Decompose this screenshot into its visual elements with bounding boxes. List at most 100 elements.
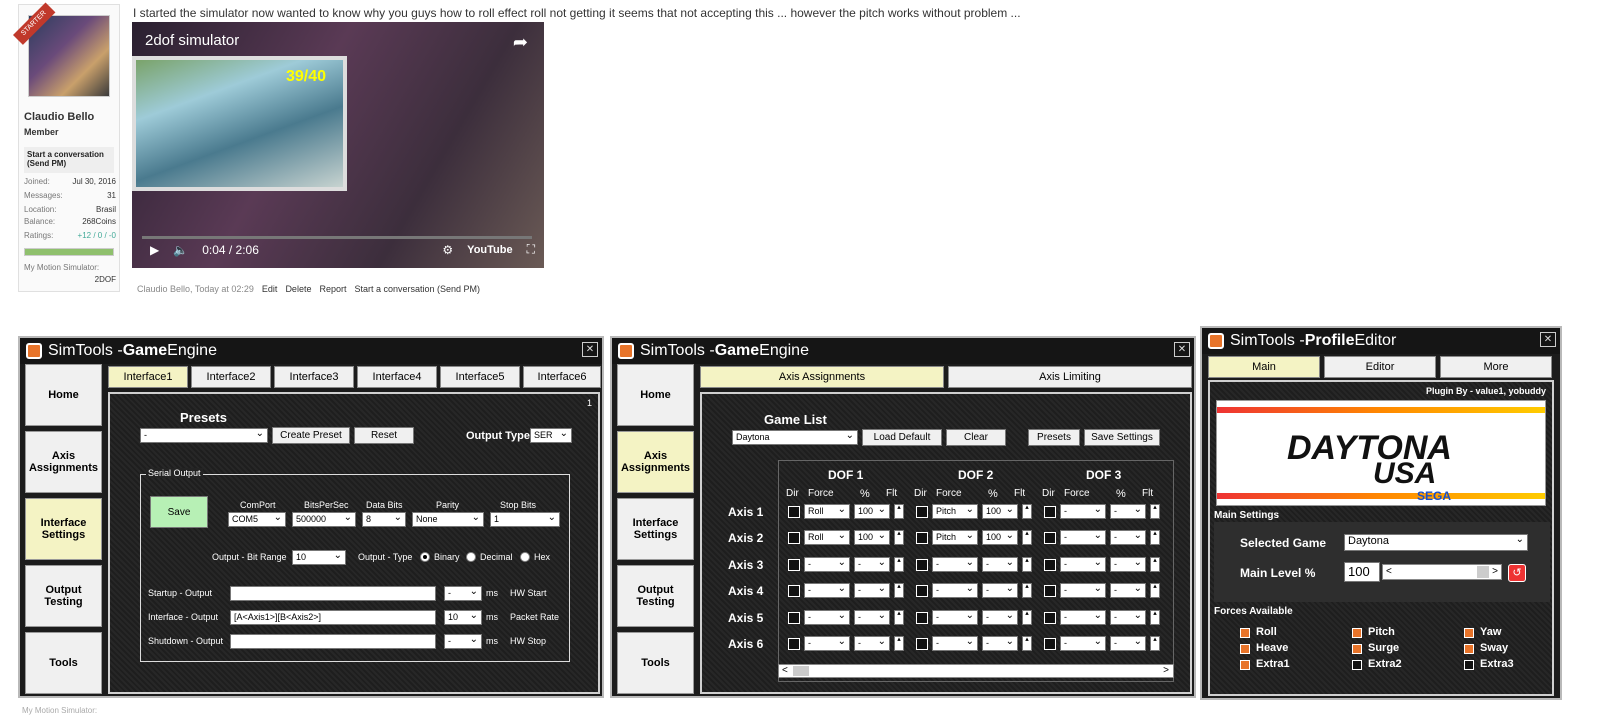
axis-1-dof1-percent-select[interactable]: 100	[854, 503, 890, 519]
slider-right-arrow[interactable]: >	[1492, 566, 1498, 577]
axis-3-dof1-filter-spinner[interactable]: ▴	[894, 556, 904, 572]
settings-gear-icon[interactable]: ⚙	[442, 243, 453, 257]
reset-button[interactable]: Reset	[354, 427, 414, 444]
sidebar-output-testing[interactable]: Output Testing	[617, 565, 694, 627]
axis-4-dof2-force-select[interactable]: -	[932, 582, 978, 599]
axis-1-dof1-filter-spinner[interactable]: ▴	[894, 504, 904, 519]
start-conversation-link[interactable]: Start a conversation (Send PM)	[354, 284, 480, 294]
axis-2-dof1-percent-select[interactable]: 100	[854, 529, 890, 546]
tab-interface3[interactable]: Interface3	[274, 366, 354, 388]
main-level-slider[interactable]: < >	[1382, 564, 1502, 580]
axis-6-dof2-dir-checkbox[interactable]	[916, 638, 928, 650]
slider-left-arrow[interactable]: <	[1386, 566, 1392, 577]
close-icon[interactable]: ✕	[1174, 342, 1190, 357]
save-settings-button[interactable]: Save Settings	[1084, 429, 1160, 446]
axis-5-dof2-dir-checkbox[interactable]	[916, 611, 928, 624]
shutdown-output-input[interactable]	[230, 634, 436, 649]
sidebar-axis-assignments[interactable]: Axis Assignments	[25, 431, 102, 493]
axis-2-dof2-force-select[interactable]: Pitch	[932, 529, 978, 546]
axis-2-dof2-percent-select[interactable]: 100	[982, 529, 1018, 546]
axis-5-dof3-dir-checkbox[interactable]	[1044, 611, 1056, 624]
game-list-select[interactable]: Daytona	[732, 429, 858, 445]
axis-6-dof3-dir-checkbox[interactable]	[1044, 638, 1056, 650]
force-sway-checkbox[interactable]	[1464, 644, 1474, 654]
axis-2-dof2-filter-spinner[interactable]: ▴	[1022, 530, 1032, 546]
axis-6-dof3-percent-select[interactable]: -	[1110, 635, 1146, 651]
axis-6-dof1-percent-select[interactable]: -	[854, 635, 890, 651]
bitspersec-select[interactable]: 500000	[292, 511, 356, 527]
main-level-input[interactable]: 100	[1344, 562, 1380, 582]
axis-3-dof2-percent-select[interactable]: -	[982, 556, 1018, 572]
axis-4-dof1-dir-checkbox[interactable]	[788, 585, 800, 598]
axis-4-dof3-force-select[interactable]: -	[1060, 582, 1106, 599]
sidebar-home[interactable]: Home	[25, 364, 102, 426]
axis-3-dof2-filter-spinner[interactable]: ▴	[1022, 556, 1032, 572]
axis-3-dof1-force-select[interactable]: -	[804, 556, 850, 572]
interface-output-input[interactable]: [A<Axis1>][B<Axis2>]	[230, 610, 436, 625]
slider-thumb[interactable]	[1477, 566, 1489, 578]
tab-interface6[interactable]: Interface6	[523, 366, 601, 388]
username-link[interactable]: Claudio Bello	[24, 111, 94, 123]
sidebar-interface-settings[interactable]: Interface Settings	[25, 498, 102, 560]
title-bar[interactable]: SimTools - Profile Editor	[1202, 328, 1560, 354]
load-default-button[interactable]: Load Default	[862, 429, 942, 446]
axis-2-dof3-force-select[interactable]: -	[1060, 529, 1106, 546]
comport-select[interactable]: COM5	[228, 511, 286, 527]
axis-2-dof3-filter-spinner[interactable]: ▴	[1150, 530, 1160, 546]
video-player[interactable]: 39/40 2dof simulator ➦ ▶ 🔈 0:04 / 2:06 ⚙…	[132, 22, 544, 268]
force-pitch-checkbox[interactable]	[1352, 628, 1362, 638]
horizontal-scrollbar[interactable]: < >	[778, 664, 1174, 678]
axis-4-dof3-filter-spinner[interactable]: ▴	[1150, 583, 1160, 599]
force-extra1-checkbox[interactable]	[1240, 660, 1250, 670]
video-title[interactable]: 2dof simulator	[145, 32, 239, 49]
axis-3-dof3-force-select[interactable]: -	[1060, 556, 1106, 572]
scroll-left-arrow[interactable]: <	[782, 665, 788, 676]
force-surge-checkbox[interactable]	[1352, 644, 1362, 654]
axis-5-dof2-filter-spinner[interactable]: ▴	[1022, 609, 1032, 625]
axis-5-dof3-filter-spinner[interactable]: ▴	[1150, 609, 1160, 625]
axis-6-dof1-force-select[interactable]: -	[804, 635, 850, 651]
binary-radio[interactable]	[420, 552, 430, 562]
axis-5-dof1-force-select[interactable]: -	[804, 609, 850, 625]
axis-1-dof2-force-select[interactable]: Pitch	[932, 503, 978, 519]
axis-6-dof2-filter-spinner[interactable]: ▴	[1022, 636, 1032, 651]
bit-range-select[interactable]: 10	[292, 549, 346, 565]
axis-3-dof3-filter-spinner[interactable]: ▴	[1150, 556, 1160, 572]
start-conversation-link[interactable]: Start a conversation (Send PM)	[24, 147, 114, 173]
axis-4-dof2-percent-select[interactable]: -	[982, 582, 1018, 599]
axis-6-dof2-force-select[interactable]: -	[932, 635, 978, 651]
report-link[interactable]: Report	[319, 284, 346, 294]
axis-1-dof3-filter-spinner[interactable]: ▴	[1150, 504, 1160, 519]
presets-button[interactable]: Presets	[1028, 429, 1080, 446]
tab-axis-limiting[interactable]: Axis Limiting	[948, 366, 1192, 388]
axis-1-dof2-dir-checkbox[interactable]	[916, 506, 928, 518]
tab-main[interactable]: Main	[1208, 356, 1320, 378]
axis-4-dof1-filter-spinner[interactable]: ▴	[894, 583, 904, 599]
sidebar-output-testing[interactable]: Output Testing	[25, 565, 102, 627]
axis-3-dof3-percent-select[interactable]: -	[1110, 556, 1146, 572]
force-yaw-checkbox[interactable]	[1464, 628, 1474, 638]
axis-1-dof2-percent-select[interactable]: 100	[982, 503, 1018, 519]
tab-more[interactable]: More	[1440, 356, 1552, 378]
fullscreen-icon[interactable]: ⛶	[527, 242, 535, 257]
axis-4-dof1-percent-select[interactable]: -	[854, 582, 890, 599]
axis-5-dof2-force-select[interactable]: -	[932, 609, 978, 625]
tab-interface5[interactable]: Interface5	[440, 366, 520, 388]
axis-2-dof3-dir-checkbox[interactable]	[1044, 532, 1056, 545]
axis-5-dof3-percent-select[interactable]: -	[1110, 609, 1146, 625]
axis-3-dof2-force-select[interactable]: -	[932, 556, 978, 572]
axis-5-dof1-dir-checkbox[interactable]	[788, 611, 800, 624]
reset-level-icon[interactable]: ↺	[1508, 564, 1526, 582]
axis-6-dof1-dir-checkbox[interactable]	[788, 638, 800, 650]
axis-2-dof3-percent-select[interactable]: -	[1110, 529, 1146, 546]
delete-link[interactable]: Delete	[285, 284, 311, 294]
scroll-right-arrow[interactable]: >	[1163, 665, 1169, 676]
axis-1-dof3-percent-select[interactable]: -	[1110, 503, 1146, 519]
parity-select[interactable]: None	[412, 511, 484, 527]
tab-interface1[interactable]: Interface1	[108, 366, 188, 388]
title-bar[interactable]: SimTools - Game Engine	[20, 338, 602, 364]
preset-select[interactable]: -	[140, 427, 268, 443]
axis-5-dof1-percent-select[interactable]: -	[854, 609, 890, 625]
axis-5-dof3-force-select[interactable]: -	[1060, 609, 1106, 625]
youtube-logo[interactable]: YouTube	[467, 244, 512, 256]
